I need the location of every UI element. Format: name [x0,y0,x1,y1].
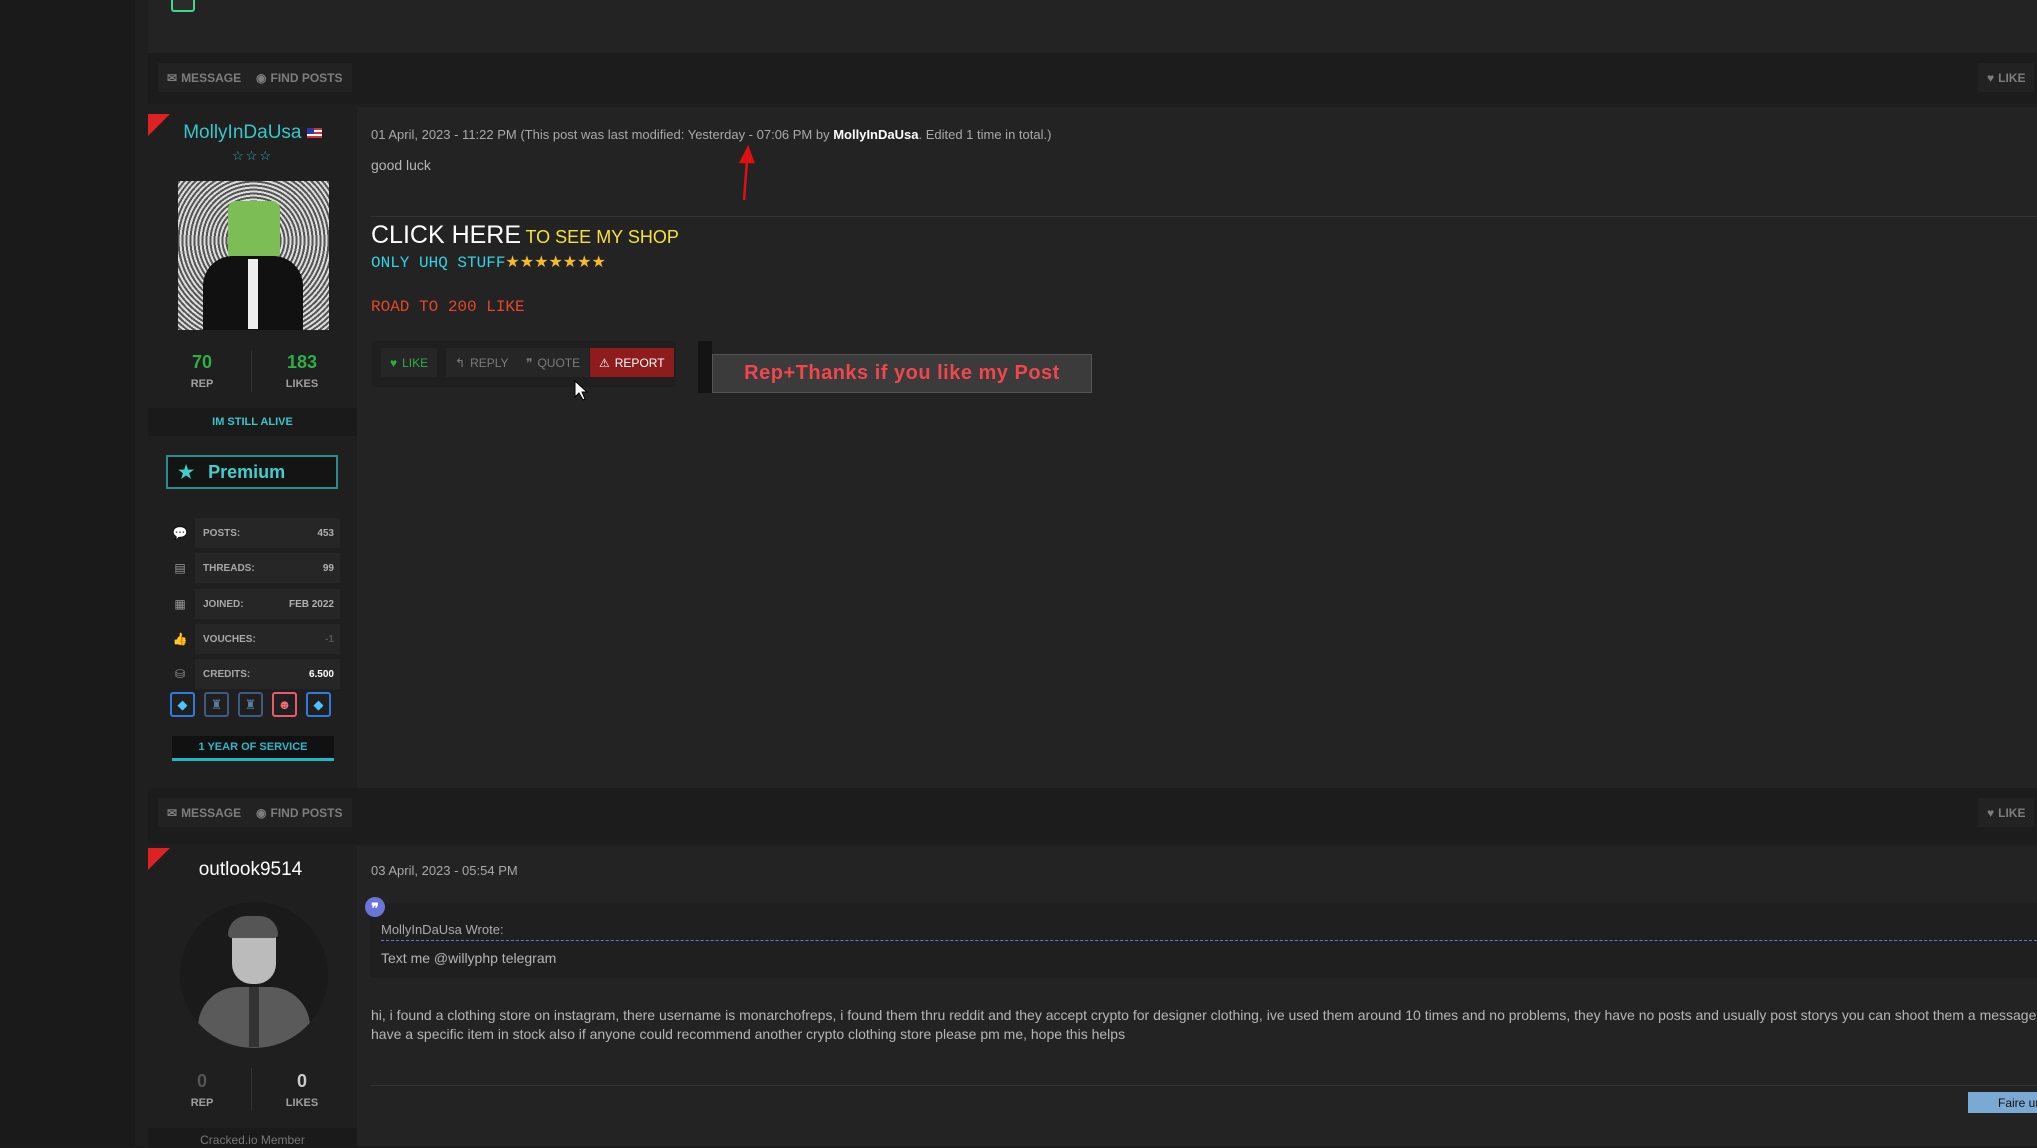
post-date: 03 April, 2023 - 05:54 PM [371,863,518,878]
likes-label: LIKES [285,1097,319,1109]
rep-label: REP [190,1097,214,1109]
rep-count[interactable]: 0 [162,1071,242,1092]
avatar[interactable] [180,902,328,1048]
quote-block: MollyInDaUsa Wrote: Text me @willyphp te… [370,903,2037,978]
mouse-cursor-icon [574,379,589,401]
faire-button[interactable]: Faire un [1968,1092,2037,1113]
usergroup: Cracked.io Member [148,1128,357,1148]
signature-divider [371,1085,2037,1086]
post-footer: ✉ MESSAGE ◉ FIND POSTS ♥ LIKE [148,788,2037,844]
post-body: hi, i found a clothing store on instagra… [371,1007,2037,1042]
quote-divider [381,940,2037,941]
like-button[interactable]: ♥ LIKE [1978,798,2035,827]
message-button[interactable]: ✉ MESSAGE [158,798,251,827]
heart-icon: ♥ [1987,805,1995,820]
quote-icon: ❞ [365,897,385,917]
likes-count: 0 [296,1071,307,1091]
eye-icon: ◉ [256,805,267,820]
find-posts-button[interactable]: ◉ FIND POSTS [247,798,352,827]
post [148,846,2037,1146]
username[interactable]: outlook9514 [148,859,353,881]
quote-text: Text me @willyphp telegram [381,950,557,966]
envelope-icon: ✉ [167,805,178,820]
quote-author: MollyInDaUsa Wrote: [381,922,504,937]
